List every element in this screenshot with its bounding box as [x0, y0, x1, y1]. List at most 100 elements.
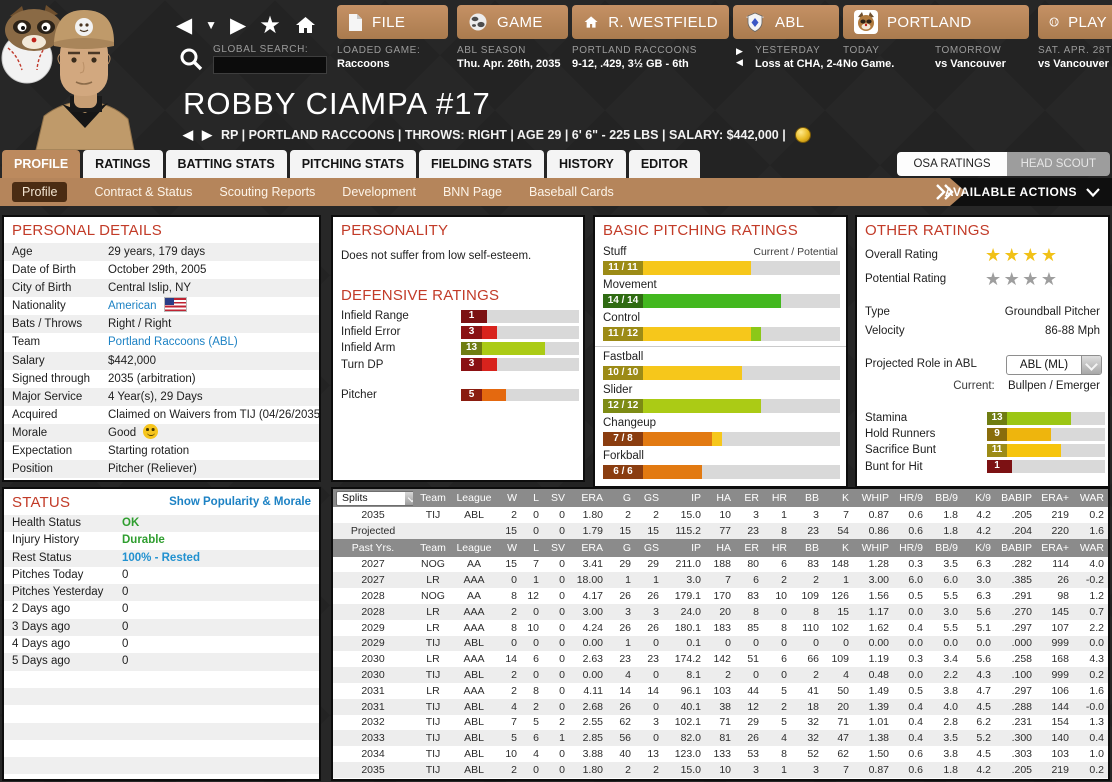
stat-cell: 2034 — [333, 746, 413, 762]
detail-label: Signed through — [4, 370, 108, 388]
head-scout-toggle[interactable]: HEAD SCOUT — [1007, 152, 1110, 176]
game-menu-label: GAME — [497, 14, 543, 31]
subtab-bnn-page[interactable]: BNN Page — [443, 185, 502, 199]
stat-cell: 7 — [495, 715, 521, 731]
rating-fill — [482, 342, 545, 355]
scale-header: Current / Potential — [753, 244, 838, 260]
search-icon — [178, 47, 205, 74]
award-icon — [795, 127, 811, 143]
subtab-baseball-cards[interactable]: Baseball Cards — [529, 185, 614, 199]
panel-title: OTHER RATINGS — [857, 217, 1108, 243]
available-actions-button[interactable]: AVAILABLE ACTIONS — [945, 178, 1100, 206]
current-role-value: Bullpen / Emerger — [1008, 380, 1100, 392]
rating-value: 13 — [987, 412, 1007, 425]
stat-cell: 0 — [635, 730, 663, 746]
status-value: OK — [122, 517, 139, 529]
osa-ratings-toggle[interactable]: OSA RATINGS — [897, 152, 1006, 176]
stats-header-cell: WAR — [1073, 539, 1108, 557]
stat-cell: 47 — [823, 730, 853, 746]
stat-cell: 15.0 — [663, 762, 705, 778]
back-button[interactable]: ◀ — [176, 13, 192, 38]
subtab-scouting-reports[interactable]: Scouting Reports — [219, 185, 315, 199]
detail-value: Pitcher (Reliever) — [108, 463, 197, 475]
league-menu-button[interactable]: ABL — [733, 5, 839, 39]
stat-cell: 0.0 — [893, 636, 927, 652]
detail-label: Position — [4, 460, 108, 478]
team-record-value: 9-12, .429, 3½ GB - 6th — [572, 58, 689, 70]
rating-fill — [1007, 444, 1061, 457]
status-row: Injury HistoryDurable — [4, 532, 319, 549]
stat-cell: 1.56 — [853, 588, 893, 604]
play-menu-button[interactable]: PLAY — [1038, 5, 1112, 39]
stat-cell: 4 — [823, 667, 853, 683]
stat-cell: TIJ — [413, 699, 453, 715]
prev-player-button[interactable]: ◀ — [183, 127, 193, 143]
game-menu-button[interactable]: GAME — [457, 5, 568, 39]
stat-cell: 0 — [521, 507, 543, 523]
current-fill — [643, 261, 751, 275]
stat-cell: 1.49 — [853, 683, 893, 699]
stat-cell: 1.62 — [853, 620, 893, 636]
favorites-button[interactable]: ★ — [259, 11, 281, 40]
rating-value: 3 — [461, 358, 482, 371]
team-menu-label: PORTLAND — [887, 14, 972, 31]
stat-cell: 0 — [543, 557, 569, 573]
stats-header-cell: GS — [635, 539, 663, 557]
overall-stars: ★★★★ — [985, 244, 1060, 266]
next-player-button[interactable]: ▶ — [202, 127, 212, 143]
team-menu-button[interactable]: PORTLAND — [843, 5, 1029, 39]
recent-pages-button[interactable]: ▼ — [205, 18, 217, 32]
manager-menu-button[interactable]: R. WESTFIELD — [572, 5, 729, 39]
forward-button[interactable]: ▶ — [230, 13, 246, 38]
stat-cell: 54 — [823, 523, 853, 539]
stat-cell: 20 — [705, 604, 735, 620]
stat-cell: 0.2 — [1073, 762, 1108, 778]
team-logo-icon — [854, 10, 878, 34]
stat-cell: 2035 — [333, 762, 413, 778]
status-value: 0 — [122, 603, 128, 615]
stat-cell: 180.1 — [663, 620, 705, 636]
tab-pitching-stats[interactable]: PITCHING STATS — [290, 150, 416, 178]
stat-cell: 2.85 — [569, 730, 607, 746]
current-fill — [643, 432, 712, 446]
stats-header-cell: BB/9 — [927, 489, 962, 507]
stat-cell: 114 — [1036, 557, 1073, 573]
stats-header-cell: ER — [735, 539, 763, 557]
subtab-contract-status[interactable]: Contract & Status — [94, 185, 192, 199]
subtab-profile[interactable]: Profile — [12, 182, 67, 202]
tab-profile[interactable]: PROFILE — [2, 150, 80, 178]
pitching-stats-panel: SplitsTeamLeagueWLSVERAGGSIPHAERHRBBKWHI… — [331, 487, 1110, 781]
stats-header-cell: ERA+ — [1036, 539, 1073, 557]
rating-value: 6 / 6 — [603, 465, 643, 479]
day-nav-arrows[interactable]: ▶◀ — [736, 46, 743, 68]
file-menu-button[interactable]: FILE — [337, 5, 448, 39]
rating-row: Stamina13 — [857, 410, 1108, 426]
home-button[interactable] — [294, 15, 317, 35]
splits-dropdown[interactable]: Splits — [336, 491, 413, 506]
stat-cell: 1.38 — [853, 730, 893, 746]
detail-row: Major Service4 Year(s), 29 Days — [4, 388, 319, 406]
tab-ratings[interactable]: RATINGS — [83, 150, 162, 178]
stats-row: 2030TIJABL2000.00408.1200240.480.02.24.3… — [333, 667, 1108, 683]
pitch-rating-label: Forkball — [595, 448, 846, 464]
show-popularity-link[interactable]: Show Popularity & Morale — [169, 496, 311, 508]
detail-label: Team — [4, 333, 108, 351]
stats-row: 2035TIJABL2001.802215.01031370.870.61.84… — [333, 762, 1108, 778]
subtab-development[interactable]: Development — [342, 185, 416, 199]
global-search-input[interactable] — [213, 56, 327, 74]
stats-header-cell: HR/9 — [893, 489, 927, 507]
tab-fielding-stats[interactable]: FIELDING STATS — [419, 150, 544, 178]
tab-history[interactable]: HISTORY — [547, 150, 626, 178]
stat-cell: 26 — [607, 588, 635, 604]
stat-cell: 5.1 — [962, 620, 995, 636]
stat-cell: 4.2 — [962, 523, 995, 539]
detail-value[interactable]: Portland Raccoons (ABL) — [108, 336, 238, 348]
stats-row: 2032TIJABL7522.55623102.17129532711.010.… — [333, 715, 1108, 731]
tab-batting-stats[interactable]: BATTING STATS — [166, 150, 287, 178]
detail-value[interactable]: American — [108, 300, 157, 312]
stats-header-cell: League — [453, 489, 495, 507]
stat-cell: 0.6 — [893, 507, 927, 523]
tab-editor[interactable]: EDITOR — [629, 150, 700, 178]
stat-cell: 23 — [791, 523, 823, 539]
role-dropdown[interactable]: ABL (ML) — [1006, 355, 1102, 375]
